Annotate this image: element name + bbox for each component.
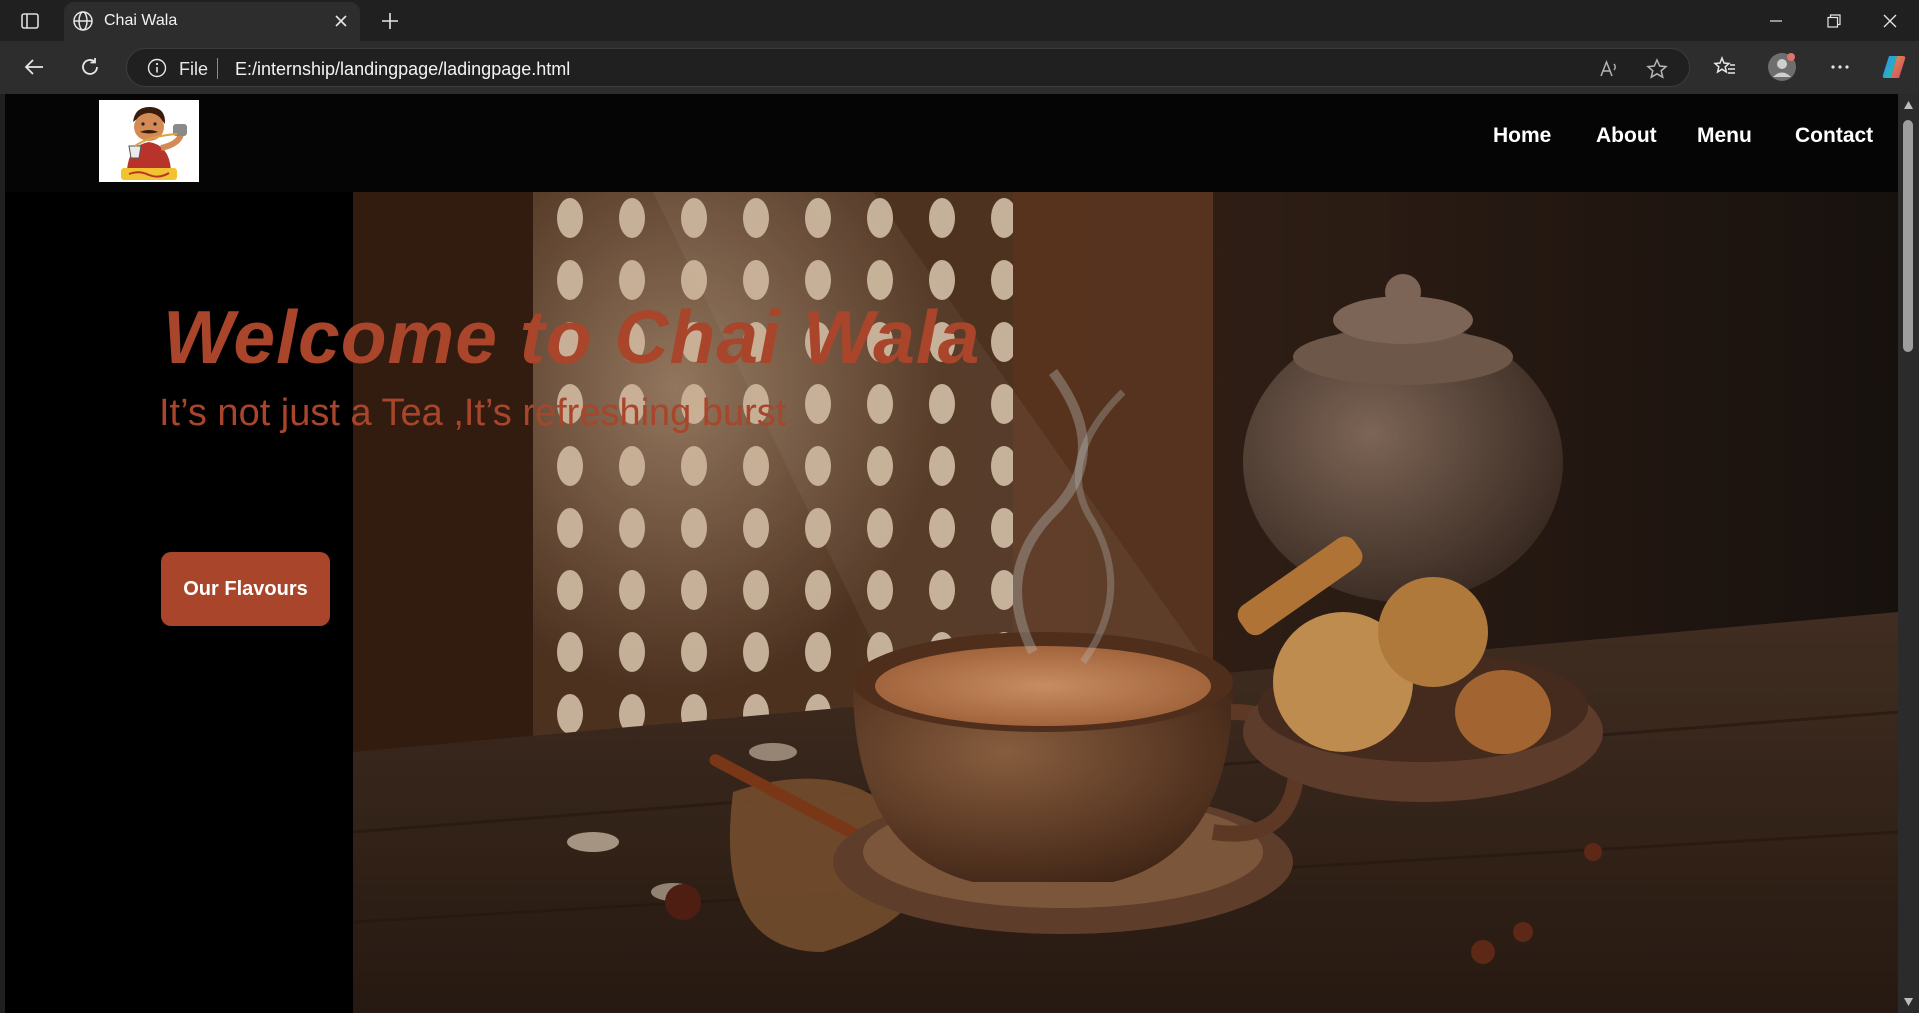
refresh-icon[interactable] — [72, 49, 108, 85]
chai-wala-logo[interactable] — [99, 100, 199, 182]
restore-icon[interactable] — [1805, 0, 1863, 41]
browser-tab-bar: Chai Wala — [0, 0, 1919, 41]
address-bar[interactable]: File E:/internship/landingpage/ladingpag… — [126, 48, 1690, 87]
page-viewport: Home About Menu Contact Welcome to Chai … — [5, 94, 1898, 1013]
tab-title: Chai Wala — [104, 12, 178, 29]
favorites-icon[interactable] — [1707, 49, 1743, 85]
nav-link-contact[interactable]: Contact — [1795, 124, 1873, 148]
hero-title: Welcome to Chai Wala — [163, 295, 981, 379]
tab-actions-icon[interactable] — [12, 8, 48, 34]
nav-link-about[interactable]: About — [1596, 124, 1657, 148]
address-scheme-label: File — [179, 59, 209, 79]
scroll-down-icon[interactable] — [1903, 997, 1914, 1007]
nav-link-home[interactable]: Home — [1493, 124, 1551, 148]
site-navbar: Home About Menu Contact — [5, 94, 1898, 192]
more-icon[interactable] — [1822, 49, 1858, 85]
page-scrollbar[interactable] — [1898, 94, 1919, 1013]
copilot-icon[interactable] — [1876, 49, 1912, 85]
globe-icon — [72, 10, 94, 32]
scroll-up-icon[interactable] — [1903, 100, 1914, 110]
minimize-icon[interactable] — [1747, 0, 1805, 41]
scroll-thumb[interactable] — [1903, 120, 1913, 352]
browser-tab[interactable]: Chai Wala — [64, 2, 360, 41]
browser-toolbar: File E:/internship/landingpage/ladingpag… — [0, 41, 1919, 94]
window-close-icon[interactable] — [1861, 0, 1919, 41]
read-aloud-icon[interactable] — [1597, 57, 1621, 81]
plus-icon[interactable] — [376, 8, 404, 34]
address-url[interactable]: E:/internship/landingpage/ladingpage.htm… — [235, 59, 570, 80]
profile-icon[interactable] — [1764, 49, 1800, 85]
nav-link-menu[interactable]: Menu — [1697, 124, 1752, 148]
our-flavours-button[interactable]: Our Flavours — [161, 552, 330, 626]
star-icon[interactable] — [1645, 57, 1669, 81]
address-separator — [217, 58, 218, 79]
back-icon[interactable] — [16, 49, 52, 85]
close-icon[interactable] — [330, 10, 352, 32]
hero-section: Welcome to Chai Wala It’s not just a Tea… — [5, 192, 1898, 1013]
info-icon[interactable] — [147, 58, 167, 78]
hero-subtitle: It’s not just a Tea ,It’s refreshing bur… — [159, 392, 787, 434]
